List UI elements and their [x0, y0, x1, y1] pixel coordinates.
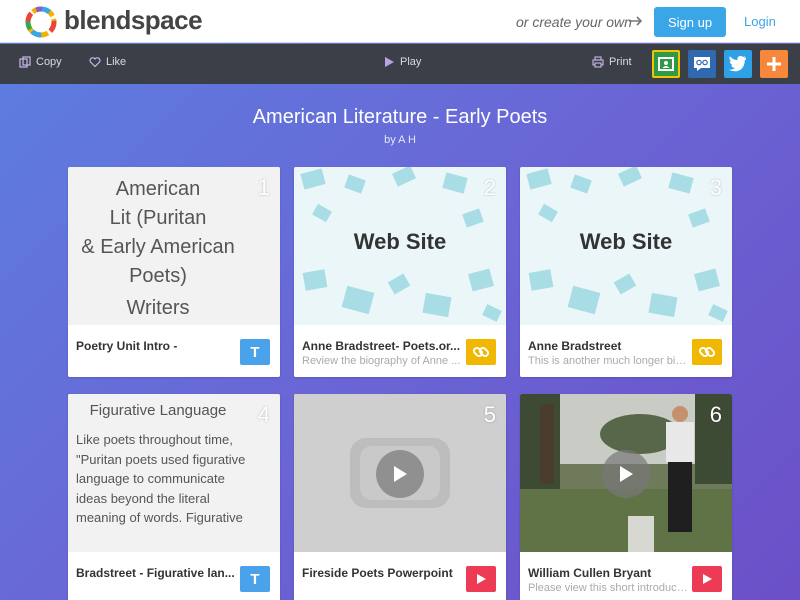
add-to-lesson-button[interactable] — [760, 50, 788, 78]
create-own-link[interactable]: or create your own — [516, 14, 632, 30]
play-button[interactable]: Play — [383, 56, 421, 68]
link-type-icon — [466, 339, 496, 365]
heart-icon — [89, 57, 101, 68]
arrow-right-icon — [629, 16, 643, 26]
lesson-tile[interactable]: Web Site 2 Anne Bradstreet- Poets.or... … — [294, 167, 506, 377]
preview-heading: Figurative Language — [89, 402, 227, 419]
tile-preview-video: 5 — [294, 394, 506, 552]
tile-footer: William Cullen Bryant Please view this s… — [520, 552, 732, 600]
copy-label: Copy — [36, 56, 62, 68]
twitter-icon — [728, 56, 747, 72]
share-twitter-button[interactable] — [724, 50, 752, 78]
printer-icon — [592, 56, 604, 68]
text-type-icon: T — [240, 339, 270, 365]
intro-preview-text: American Lit (Puritan & Early American P… — [68, 175, 248, 291]
like-label: Like — [106, 56, 127, 68]
tile-preview-text: American Lit (Puritan & Early American P… — [68, 167, 280, 325]
video-type-icon — [692, 566, 722, 592]
tile-title[interactable]: Bradstreet - Figurative lan... — [76, 566, 236, 580]
tile-number: 4 — [257, 402, 270, 427]
top-header: blendspace or create your own Sign up Lo… — [0, 0, 800, 43]
play-icon — [385, 57, 394, 67]
brand-name[interactable]: blendspace — [64, 5, 203, 36]
tile-title[interactable]: Anne Bradstreet — [528, 339, 688, 353]
tile-footer: Fireside Poets Powerpoint — [294, 552, 506, 600]
print-button[interactable]: Print — [592, 56, 632, 68]
tile-description: This is another much longer bio... — [528, 355, 688, 367]
tile-preview-text: Figurative Language Like poets throughou… — [68, 394, 280, 552]
video-type-icon — [466, 566, 496, 592]
tile-title[interactable]: Fireside Poets Powerpoint — [302, 566, 462, 580]
web-site-label: Web Site — [353, 229, 447, 254]
login-link[interactable]: Login — [744, 14, 776, 29]
blendspace-logo-icon[interactable] — [24, 5, 58, 39]
google-classroom-icon — [658, 57, 674, 71]
lesson-byline[interactable]: by A H — [0, 134, 800, 146]
preview-line: & Early American — [81, 236, 235, 258]
web-site-label: Web Site — [579, 229, 673, 254]
tile-footer: Poetry Unit Intro - T — [68, 325, 280, 377]
tile-number: 1 — [257, 175, 270, 200]
tile-footer: Anne Bradstreet This is another much lon… — [520, 325, 732, 377]
signup-button[interactable]: Sign up — [654, 7, 726, 37]
tile-preview-website: Web Site 2 — [294, 167, 506, 325]
share-edmodo-button[interactable] — [688, 50, 716, 78]
tile-footer: Anne Bradstreet- Poets.or... Review the … — [294, 325, 506, 377]
copy-icon — [19, 56, 31, 68]
lesson-tile[interactable]: Figurative Language Like poets throughou… — [68, 394, 280, 600]
tile-footer: Bradstreet - Figurative lan... T — [68, 552, 280, 600]
video-play-button[interactable] — [602, 450, 650, 498]
preview-line: Poets) — [129, 265, 187, 287]
tile-description: Please view this short introduct... — [528, 582, 688, 594]
tile-number: 3 — [709, 175, 722, 200]
copy-button[interactable]: Copy — [19, 56, 62, 68]
lesson-toolbar: Copy Like Play Print — [0, 44, 800, 84]
preview-line: American — [115, 178, 201, 200]
link-type-icon — [692, 339, 722, 365]
preview-line: Lit (Puritan — [109, 207, 207, 229]
play-label: Play — [400, 56, 422, 68]
tile-preview-website: Web Site 3 — [520, 167, 732, 325]
lesson-title: American Literature - Early Poets — [252, 106, 548, 128]
tile-number: 2 — [483, 175, 496, 200]
tile-number: 5 — [483, 402, 496, 427]
share-google-classroom-button[interactable] — [652, 50, 680, 78]
preview-body: Like poets throughout time, "Puritan poe… — [76, 432, 246, 526]
tile-title[interactable]: William Cullen Bryant — [528, 566, 688, 580]
plus-icon — [767, 57, 781, 71]
lesson-tile[interactable]: American Lit (Puritan & Early American P… — [68, 167, 280, 377]
preview-line: Writers — [126, 297, 190, 319]
tile-description: Review the biography of Anne ... — [302, 355, 461, 367]
lesson-tile[interactable]: 5 Fireside Poets Powerpoint — [294, 394, 506, 600]
play-icon — [620, 466, 633, 482]
tile-number: 6 — [709, 402, 722, 427]
lesson-tile[interactable]: Web Site 3 Anne Bradstreet This is anoth… — [520, 167, 732, 377]
like-button[interactable]: Like — [89, 56, 126, 68]
text-type-icon: T — [240, 566, 270, 592]
video-play-button[interactable] — [376, 450, 424, 498]
edmodo-icon — [694, 57, 710, 71]
lesson-tile[interactable]: 6 William Cullen Bryant Please view this… — [520, 394, 732, 600]
print-label: Print — [609, 56, 632, 68]
tile-title[interactable]: Anne Bradstreet- Poets.or... — [302, 339, 462, 353]
tile-preview-video: 6 — [520, 394, 732, 552]
play-icon — [394, 466, 407, 482]
tile-title[interactable]: Poetry Unit Intro - — [76, 339, 236, 353]
